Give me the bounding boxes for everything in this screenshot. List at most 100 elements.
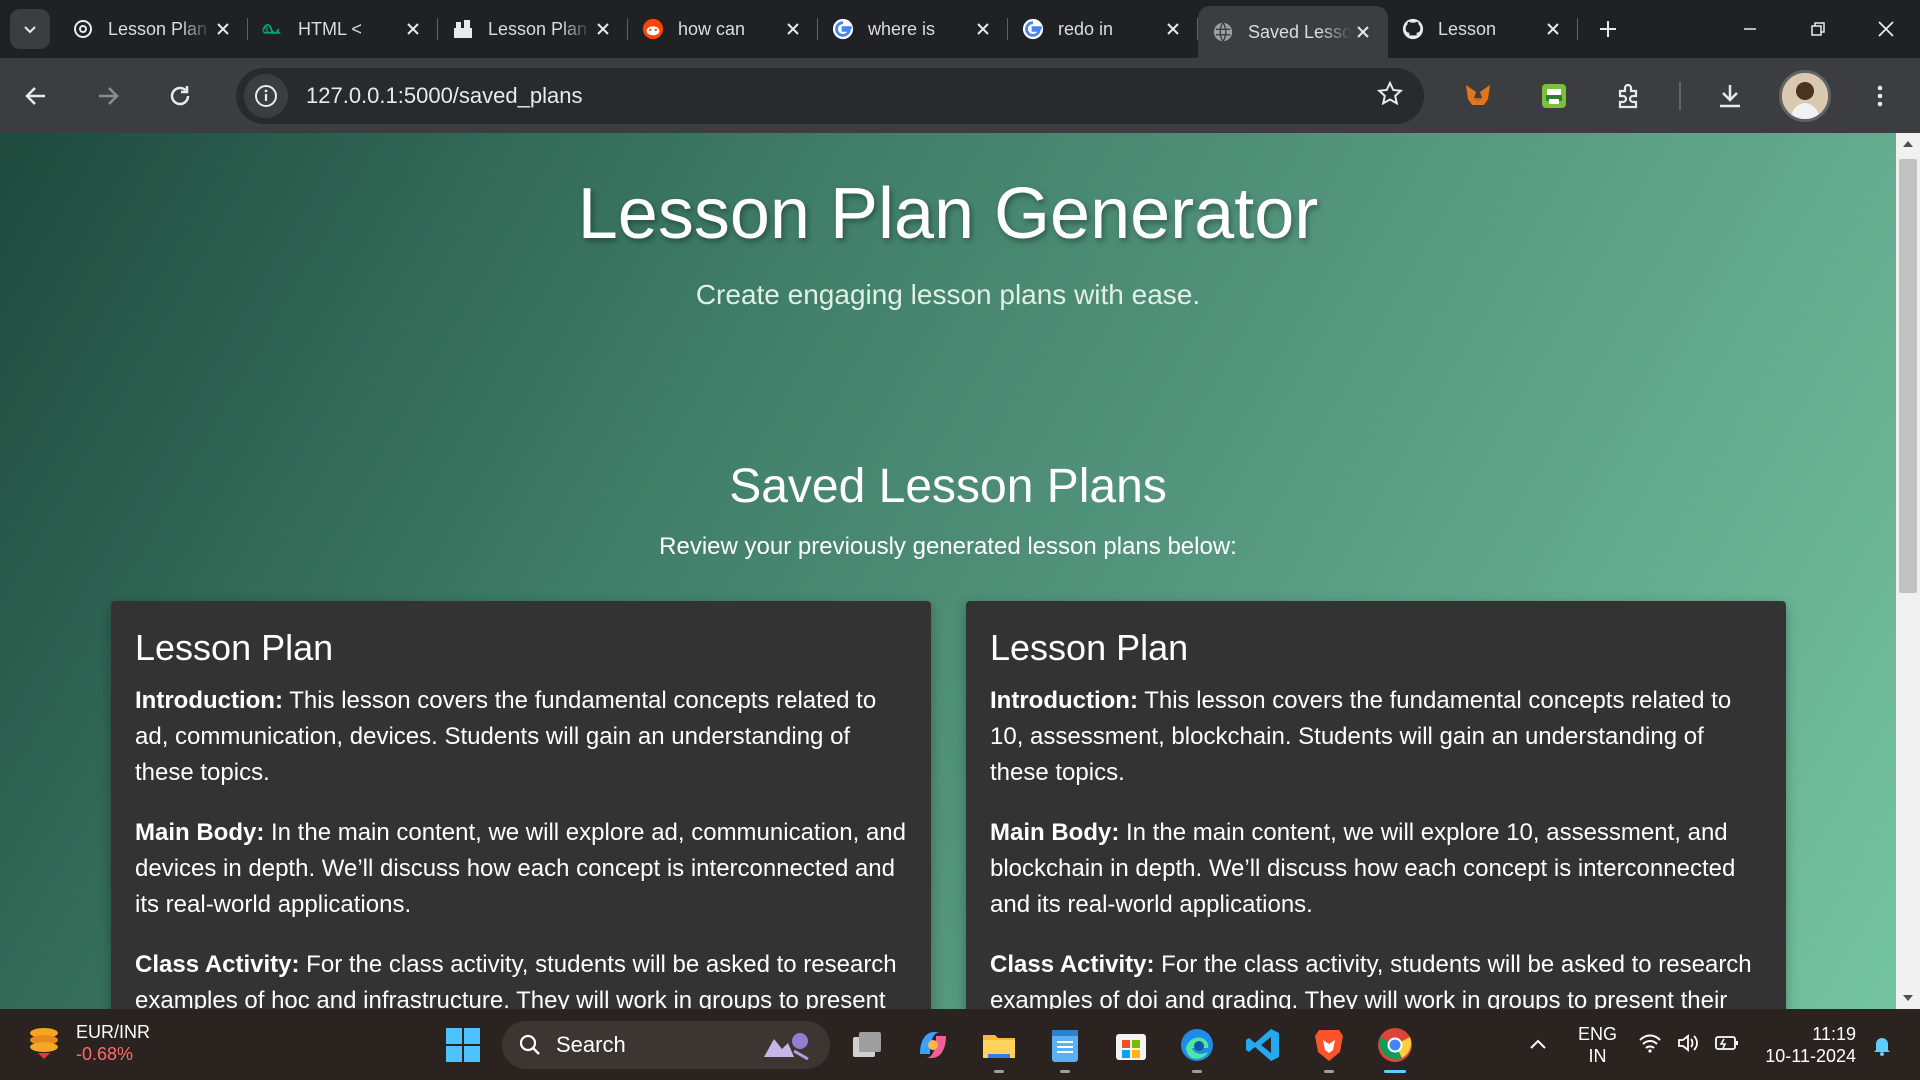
tab-title: how can: [678, 18, 746, 39]
body-paragraph: Main Body: In the main content, we will …: [135, 815, 907, 923]
page-scrollbar[interactable]: [1896, 133, 1920, 1009]
notepad-icon: [1052, 1030, 1078, 1062]
tab-google-where[interactable]: where is: [818, 4, 1008, 54]
close-icon[interactable]: [782, 18, 804, 40]
close-icon[interactable]: [1542, 18, 1564, 40]
notifications-button[interactable]: [1858, 1021, 1906, 1069]
lesson-plan-card: Lesson Plan Introduction: This lesson co…: [966, 601, 1786, 1009]
copilot-button[interactable]: [909, 1021, 957, 1069]
running-indicator: [1192, 1070, 1202, 1073]
vscode-button[interactable]: [1239, 1021, 1287, 1069]
close-icon[interactable]: [972, 18, 994, 40]
minimize-button[interactable]: [1716, 0, 1784, 58]
notepad-button[interactable]: [1041, 1021, 1089, 1073]
scroll-up-arrow-icon[interactable]: [1896, 133, 1920, 155]
tab-title: Lesson: [1438, 18, 1497, 39]
search-label: Search: [556, 1032, 626, 1057]
reload-button[interactable]: [156, 72, 204, 120]
svg-text:ɞ: ɞ: [262, 22, 269, 37]
scrollbar-thumb[interactable]: [1899, 159, 1917, 593]
task-view-button[interactable]: [843, 1021, 891, 1069]
wifi-icon: [1639, 1034, 1661, 1053]
close-icon: [1878, 21, 1894, 37]
new-tab-button[interactable]: [1588, 9, 1628, 49]
google-icon: [832, 18, 854, 40]
store-button[interactable]: [1107, 1021, 1155, 1069]
intro-label: Introduction:: [990, 687, 1138, 714]
taskbar-search[interactable]: Search: [502, 1021, 830, 1069]
chrome-button[interactable]: [1371, 1021, 1419, 1073]
tab-lesson-plan-2[interactable]: Lesson Plan: [438, 4, 628, 54]
tabs: Lesson Plan ɞ HTML < Lesson Plan how can…: [58, 4, 1578, 58]
file-explorer-button[interactable]: [975, 1021, 1023, 1073]
running-indicator: [994, 1070, 1004, 1073]
tab-search-button[interactable]: [10, 9, 50, 49]
back-button[interactable]: [12, 72, 60, 120]
scroll-down-arrow-icon[interactable]: [1896, 987, 1920, 1009]
tab-reddit[interactable]: how can: [628, 4, 818, 54]
currency-widget[interactable]: EUR/INR -0.68%: [24, 1021, 150, 1065]
intro-paragraph: Introduction: This lesson covers the fun…: [990, 683, 1762, 791]
forward-button[interactable]: [84, 72, 132, 120]
language-text: ENG: [1578, 1024, 1618, 1044]
start-button[interactable]: [439, 1021, 487, 1069]
battery-icon: [1715, 1036, 1738, 1050]
edge-button[interactable]: [1173, 1021, 1221, 1073]
tab-title: Saved Lesson: [1248, 21, 1352, 42]
tab-github-lesson[interactable]: Lesson: [1388, 4, 1578, 54]
body-label: Main Body:: [990, 819, 1120, 846]
show-hidden-icons-button[interactable]: [1514, 1021, 1562, 1069]
site-info-button[interactable]: [244, 74, 288, 118]
intro-paragraph: Introduction: This lesson covers the fun…: [135, 683, 907, 791]
close-window-button[interactable]: [1852, 0, 1920, 58]
window-controls: [1716, 0, 1920, 58]
running-indicator: [1324, 1070, 1334, 1073]
browser-menu-icon[interactable]: [1858, 74, 1902, 118]
tab-title: Lesson Plan: [488, 18, 588, 39]
restore-icon: [1811, 22, 1825, 36]
globe-icon: [1212, 21, 1234, 43]
url-text[interactable]: 127.0.0.1:5000/saved_plans: [306, 83, 582, 109]
browser-toolbar: 127.0.0.1:5000/saved_plans: [0, 58, 1920, 133]
close-icon[interactable]: [1162, 18, 1184, 40]
brave-button[interactable]: [1305, 1021, 1353, 1073]
page-subtitle: Create engaging lesson plans with ease.: [695, 279, 1201, 310]
activity-label: Class Activity:: [990, 951, 1155, 978]
reload-icon: [170, 85, 190, 105]
language-indicator[interactable]: ENG IN: [1578, 1023, 1617, 1067]
system-status-group[interactable]: [1638, 1031, 1740, 1055]
close-icon[interactable]: [592, 18, 614, 40]
tab-lesson-plan[interactable]: Lesson Plan: [58, 4, 248, 54]
printer-extension-icon[interactable]: [1532, 74, 1576, 118]
bookmark-star-icon[interactable]: [1376, 80, 1404, 113]
clock[interactable]: 11:19 10-11-2024: [1760, 1023, 1856, 1067]
arrow-right-icon: [99, 86, 119, 105]
chevron-up-icon: [1530, 1039, 1546, 1049]
openai-icon: [72, 18, 94, 40]
active-indicator: [1384, 1070, 1406, 1073]
volume-icon: [1678, 1034, 1698, 1052]
activity-label: Class Activity:: [135, 951, 300, 978]
plus-icon: [1600, 21, 1616, 37]
bell-icon: [1874, 1038, 1890, 1056]
close-icon[interactable]: [1352, 21, 1374, 43]
restore-button[interactable]: [1784, 0, 1852, 58]
profile-avatar[interactable]: [1779, 70, 1831, 122]
downloads-icon[interactable]: [1708, 74, 1752, 118]
tab-saved-lesson[interactable]: Saved Lesson: [1198, 6, 1388, 58]
tab-google-redo[interactable]: redo in: [1008, 4, 1198, 54]
brave-icon: [1315, 1030, 1343, 1061]
tab-strip: Lesson Plan ɞ HTML < Lesson Plan how can…: [0, 0, 1920, 58]
address-bar[interactable]: 127.0.0.1:5000/saved_plans: [236, 68, 1424, 124]
page-title: Lesson Plan Generator: [577, 174, 1319, 254]
site-icon: [452, 18, 474, 40]
metamask-extension-icon[interactable]: [1456, 74, 1500, 118]
search-icon: [519, 1034, 540, 1055]
close-icon[interactable]: [212, 18, 234, 40]
activity-paragraph: Class Activity: For the class activity, …: [135, 947, 907, 1009]
chrome-icon: [1378, 1028, 1412, 1062]
extensions-puzzle-icon[interactable]: [1607, 74, 1651, 118]
widget-change: -0.68%: [76, 1044, 134, 1064]
close-icon[interactable]: [402, 18, 424, 40]
tab-html[interactable]: ɞ HTML <: [248, 4, 438, 54]
